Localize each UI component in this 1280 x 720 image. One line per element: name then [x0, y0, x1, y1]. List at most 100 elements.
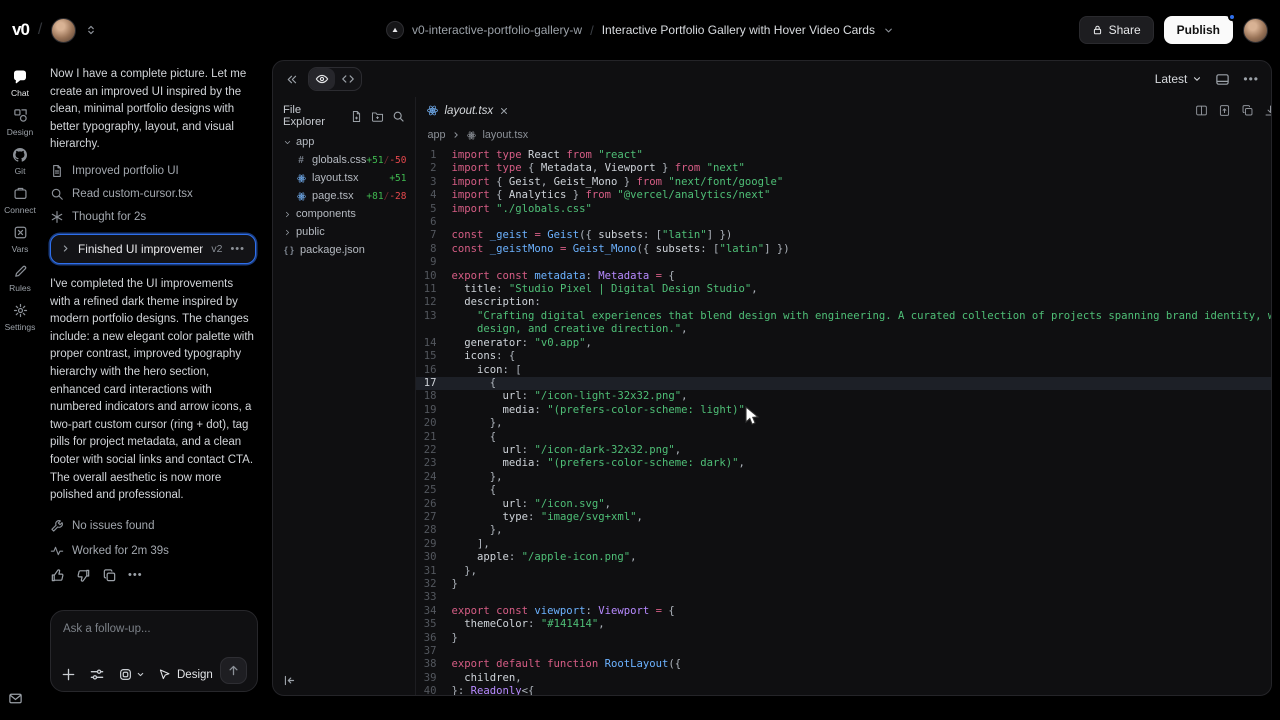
code-line[interactable]: 36}	[416, 632, 1273, 645]
code-line[interactable]: 34export const viewport: Viewport = {	[416, 605, 1273, 618]
code-line[interactable]: 16 icon: [	[416, 364, 1273, 377]
code-line[interactable]: 8const _geistMono = Geist_Mono({ subsets…	[416, 243, 1273, 256]
code-line[interactable]: 10export const metadata: Metadata = {	[416, 270, 1273, 283]
chat-step[interactable]: Read custom-cursor.tsx	[50, 187, 256, 201]
code-line[interactable]: 37	[416, 645, 1273, 658]
version-card[interactable]: Finished UI improvements v2 •••	[50, 234, 256, 264]
code-line[interactable]: 21 {	[416, 431, 1273, 444]
copy-icon[interactable]	[102, 568, 117, 583]
chevron-updown-icon[interactable]	[85, 24, 97, 36]
code-line[interactable]: 32}	[416, 578, 1273, 591]
browser-window-icon[interactable]	[1215, 72, 1230, 87]
code-line[interactable]: 9	[416, 256, 1273, 269]
code-line[interactable]: 30 apple: "/apple-icon.png",	[416, 551, 1273, 564]
file-package.json[interactable]: { }package.json	[273, 241, 415, 259]
publish-button[interactable]: Publish	[1164, 16, 1233, 44]
chevron-down-icon[interactable]	[883, 25, 894, 36]
code-line[interactable]: 12 description:	[416, 296, 1273, 309]
rail-item-design[interactable]: Design	[0, 107, 40, 137]
vercel-triangle-icon[interactable]	[386, 21, 404, 39]
team-avatar[interactable]	[51, 18, 76, 43]
composer-placeholder[interactable]: Ask a follow-up...	[63, 623, 245, 635]
feedback-mail-icon[interactable]	[8, 691, 23, 706]
rail-item-connect[interactable]: Connect	[0, 185, 40, 215]
code-line[interactable]: 27 type: "image/svg+xml",	[416, 511, 1273, 524]
composer[interactable]: Ask a follow-up... Design	[50, 610, 258, 692]
tab-layout-tsx[interactable]: layout.tsx	[426, 104, 510, 117]
model-selector[interactable]	[118, 667, 145, 682]
project-name[interactable]: v0-interactive-portfolio-gallery-w	[412, 23, 582, 37]
code-line[interactable]: 31 },	[416, 565, 1273, 578]
user-avatar[interactable]	[1243, 18, 1268, 43]
folder-app[interactable]: app	[273, 133, 415, 151]
code-line[interactable]: 3import { Geist, Geist_Mono } from "next…	[416, 176, 1273, 189]
code-line[interactable]: 7const _geist = Geist({ subsets: ["latin…	[416, 229, 1273, 242]
thumbs-down-icon[interactable]	[76, 568, 91, 583]
sliders-icon[interactable]	[89, 667, 105, 682]
download-icon[interactable]	[1264, 104, 1272, 117]
code-line[interactable]: 1import type React from "react"	[416, 149, 1273, 162]
code-line[interactable]: 33	[416, 591, 1273, 604]
code-line[interactable]: 26 url: "/icon.svg",	[416, 498, 1273, 511]
code-line[interactable]: design, and creative direction.",	[416, 323, 1273, 336]
design-mode-toggle[interactable]: Design	[158, 668, 213, 681]
code-line[interactable]: 5import "./globals.css"	[416, 203, 1273, 216]
code-line[interactable]: 4import { Analytics } from "@vercel/anal…	[416, 189, 1273, 202]
code-line[interactable]: 6	[416, 216, 1273, 229]
code-line[interactable]: 28 },	[416, 524, 1273, 537]
more-icon[interactable]: •••	[230, 243, 245, 255]
new-file-icon[interactable]	[350, 110, 363, 123]
file-layout.tsx[interactable]: layout.tsx+51	[273, 169, 415, 187]
close-icon[interactable]	[499, 106, 509, 116]
code-line[interactable]: 22 url: "/icon-dark-32x32.png",	[416, 444, 1273, 457]
code-line[interactable]: 29 ],	[416, 538, 1273, 551]
chat-step[interactable]: No issues found	[50, 519, 256, 533]
code-line[interactable]: 2import type { Metadata, Viewport } from…	[416, 162, 1273, 175]
code-line[interactable]: 24 },	[416, 471, 1273, 484]
preview-eye-toggle[interactable]	[309, 68, 335, 90]
code-line-highlighted[interactable]: 17 {	[416, 377, 1273, 390]
code-line[interactable]: 11 title: "Studio Pixel | Digital Design…	[416, 283, 1273, 296]
breadcrumb-file[interactable]: layout.tsx	[483, 129, 529, 141]
chat-step[interactable]: Thought for 2s	[50, 210, 256, 224]
thumbs-up-icon[interactable]	[50, 568, 65, 583]
breadcrumb-root[interactable]: app	[428, 129, 446, 141]
new-folder-icon[interactable]	[371, 110, 384, 123]
code-area[interactable]: 1import type React from "react"2import t…	[416, 146, 1273, 696]
more-icon[interactable]: •••	[1243, 72, 1259, 86]
chat-step[interactable]: Improved portfolio UI	[50, 164, 256, 178]
send-button[interactable]	[220, 657, 247, 684]
code-line[interactable]: 38export default function RootLayout({	[416, 658, 1273, 671]
rail-item-vars[interactable]: Vars	[0, 224, 40, 254]
rail-item-chat[interactable]: Chat	[0, 68, 40, 98]
rail-item-git[interactable]: Git	[0, 146, 40, 176]
code-line[interactable]: 15 icons: {	[416, 350, 1273, 363]
version-dropdown[interactable]: Latest	[1155, 72, 1203, 86]
file-globals.css[interactable]: #globals.css+51/-50	[273, 151, 415, 169]
folder-public[interactable]: public	[273, 223, 415, 241]
rail-item-rules[interactable]: Rules	[0, 263, 40, 293]
v0-logo[interactable]: v0	[12, 20, 29, 40]
code-line[interactable]: 39 children,	[416, 672, 1273, 685]
code-line[interactable]: 19 media: "(prefers-color-scheme: light)…	[416, 404, 1273, 417]
chat-title[interactable]: Interactive Portfolio Gallery with Hover…	[602, 23, 875, 37]
code-line[interactable]: 14 generator: "v0.app",	[416, 337, 1273, 350]
collapse-panel-icon[interactable]	[283, 674, 296, 687]
collapse-chevrons-icon[interactable]	[285, 73, 298, 86]
code-line[interactable]: 13 "Crafting digital experiences that bl…	[416, 310, 1273, 323]
folder-components[interactable]: components	[273, 205, 415, 223]
chat-step[interactable]: Worked for 2m 39s	[50, 544, 256, 558]
code-line[interactable]: 25 {	[416, 484, 1273, 497]
code-line[interactable]: 20 },	[416, 417, 1273, 430]
code-line[interactable]: 35 themeColor: "#141414",	[416, 618, 1273, 631]
code-view-toggle[interactable]	[335, 68, 361, 90]
split-view-icon[interactable]	[1195, 104, 1208, 117]
file-page.tsx[interactable]: page.tsx+81/-28	[273, 187, 415, 205]
copy-icon[interactable]	[1241, 104, 1254, 117]
rail-item-settings[interactable]: Settings	[0, 302, 40, 332]
more-icon[interactable]: •••	[128, 568, 143, 583]
code-line[interactable]: 18 url: "/icon-light-32x32.png",	[416, 390, 1273, 403]
attach-plus-icon[interactable]	[61, 667, 76, 682]
chat-messages[interactable]: Now I have a complete picture. Let me cr…	[40, 60, 268, 602]
code-line[interactable]: 23 media: "(prefers-color-scheme: dark)"…	[416, 457, 1273, 470]
